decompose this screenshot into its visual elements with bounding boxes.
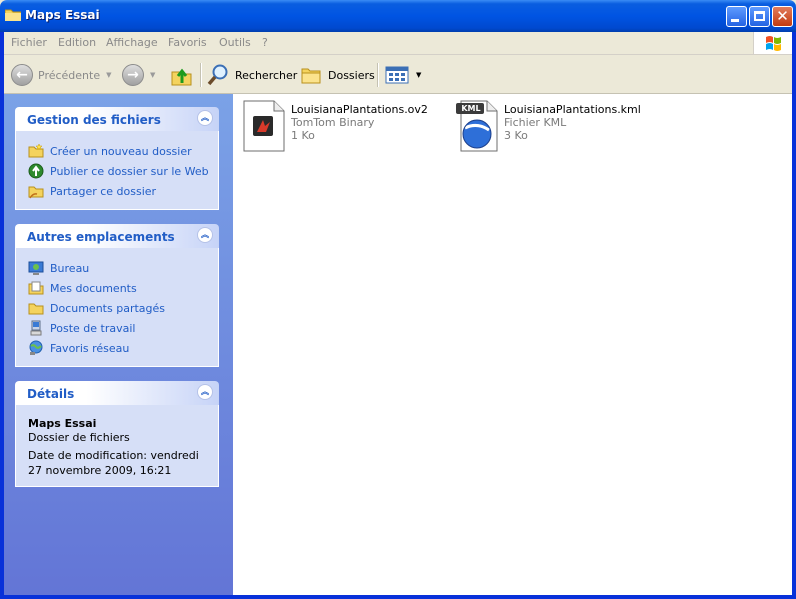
shared-documents-icon	[28, 303, 44, 315]
menu-edition[interactable]: Edition	[58, 36, 96, 49]
file-name: LouisianaPlantations.ov2	[291, 103, 428, 116]
place-label: Poste de travail	[50, 321, 136, 335]
file-info: LouisianaPlantations.ov2 TomTom Binary 1…	[291, 103, 428, 142]
file-type: Fichier KML	[504, 116, 567, 129]
menu-bar: Fichier Edition Affichage Favoris Outils…	[4, 32, 792, 55]
details-name: Maps Essai	[28, 417, 97, 430]
window-frame-bottom	[0, 595, 796, 599]
other-places-title: Autres emplacements	[27, 230, 175, 244]
collapse-icon[interactable]: ︽	[197, 110, 213, 126]
file-info: LouisianaPlantations.kml Fichier KML 3 K…	[504, 103, 641, 142]
details-modified: Date de modification: vendredi 27 novemb…	[28, 449, 199, 477]
menu-outils[interactable]: Outils	[219, 36, 251, 49]
place-label: Favoris réseau	[50, 341, 130, 355]
explorer-window: Maps Essai ✕ Fichier Edition Affichage F…	[0, 0, 796, 599]
window-frame-right	[792, 32, 796, 599]
task-pane: Gestion des fichiers ︽ Créer un nouveau …	[4, 94, 233, 595]
toolbar-separator	[377, 63, 379, 87]
place-my-computer[interactable]: Poste de travail	[16, 318, 218, 338]
window-frame-left	[0, 32, 4, 599]
other-places-panel: Autres emplacements ︽ Bureau Mes documen…	[15, 224, 219, 367]
search-button[interactable]: Rechercher	[206, 62, 297, 88]
task-label: Publier ce dossier sur le Web	[50, 164, 209, 178]
file-type: TomTom Binary	[291, 116, 375, 129]
windows-flag-icon	[766, 36, 781, 51]
file-name: LouisianaPlantations.kml	[504, 103, 641, 116]
place-my-documents[interactable]: Mes documents	[16, 278, 218, 298]
share-folder-icon	[28, 186, 44, 199]
folders-label: Dossiers	[328, 68, 375, 82]
publish-web-icon	[28, 163, 44, 179]
place-network[interactable]: Favoris réseau	[16, 338, 218, 358]
task-label: Partager ce dossier	[50, 184, 157, 198]
file-item[interactable]: LouisianaPlantations.ov2 TomTom Binary 1…	[242, 100, 442, 156]
new-folder-icon	[28, 143, 44, 158]
place-label: Bureau	[50, 261, 90, 275]
minimize-icon	[731, 19, 739, 22]
menu-affichage[interactable]: Affichage	[106, 36, 158, 49]
file-item[interactable]: KML LouisianaPlantations.kml Fichier KML…	[455, 100, 675, 156]
back-label: Précédente	[38, 68, 101, 82]
task-share-folder[interactable]: Partager ce dossier	[16, 181, 218, 201]
network-places-icon	[29, 340, 43, 355]
place-label: Mes documents	[50, 281, 137, 295]
place-label: Documents partagés	[50, 301, 165, 315]
close-button[interactable]: ✕	[772, 6, 793, 27]
place-shared-documents[interactable]: Documents partagés	[16, 298, 218, 318]
details-body: Maps Essai Dossier de fichiers Date de m…	[15, 405, 219, 487]
my-computer-icon	[30, 320, 42, 336]
views-button[interactable]: ▼	[384, 62, 421, 88]
task-publish-web[interactable]: Publier ce dossier sur le Web	[16, 161, 218, 181]
up-folder-icon	[171, 68, 192, 86]
file-size: 1 Ko	[291, 129, 315, 142]
task-label: Créer un nouveau dossier	[50, 144, 192, 158]
up-button[interactable]	[170, 62, 194, 88]
chevron-down-icon[interactable]: ▼	[416, 71, 421, 79]
details-type: Dossier de fichiers	[28, 431, 130, 444]
maximize-icon	[754, 11, 765, 21]
place-desktop[interactable]: Bureau	[16, 258, 218, 278]
task-new-folder[interactable]: Créer un nouveau dossier	[16, 141, 218, 161]
back-arrow-icon: ←	[11, 64, 33, 86]
kml-badge: KML	[461, 104, 481, 113]
search-label: Rechercher	[235, 68, 298, 82]
folders-button[interactable]: Dossiers	[299, 62, 375, 88]
window-title: Maps Essai	[25, 8, 100, 22]
file-tasks-body: Créer un nouveau dossier Publier ce doss…	[15, 131, 219, 210]
title-bar[interactable]: Maps Essai ✕	[0, 0, 796, 32]
file-size: 3 Ko	[504, 129, 528, 142]
file-tasks-panel: Gestion des fichiers ︽ Créer un nouveau …	[15, 107, 219, 210]
other-places-header[interactable]: Autres emplacements ︽	[15, 224, 219, 248]
file-list[interactable]: LouisianaPlantations.ov2 TomTom Binary 1…	[233, 94, 792, 595]
menu-fichier[interactable]: Fichier	[11, 36, 47, 49]
file-tasks-title: Gestion des fichiers	[27, 113, 161, 127]
menu-favoris[interactable]: Favoris	[168, 36, 207, 49]
minimize-button[interactable]	[726, 6, 747, 27]
views-icon	[385, 66, 409, 84]
file-tasks-header[interactable]: Gestion des fichiers ︽	[15, 107, 219, 131]
menu-help[interactable]: ?	[262, 36, 268, 49]
maximize-button[interactable]	[749, 6, 770, 27]
toolbar: ← Précédente ▼ → ▼ Rechercher Dossiers ▼	[4, 55, 792, 94]
chevron-down-icon[interactable]: ▼	[106, 71, 111, 79]
details-title: Détails	[27, 387, 75, 401]
details-panel: Détails ︽ Maps Essai Dossier de fichiers…	[15, 381, 219, 487]
collapse-icon[interactable]: ︽	[197, 384, 213, 400]
windows-logo	[753, 32, 792, 54]
details-header[interactable]: Détails ︽	[15, 381, 219, 405]
search-icon	[207, 64, 228, 86]
my-documents-icon	[28, 281, 44, 295]
folder-icon	[5, 9, 21, 21]
toolbar-separator	[200, 63, 202, 87]
back-button[interactable]: ← Précédente ▼	[11, 62, 112, 88]
desktop-icon	[28, 261, 44, 275]
folders-icon	[301, 68, 321, 84]
forward-button[interactable]: → ▼	[122, 62, 155, 88]
collapse-icon[interactable]: ︽	[197, 227, 213, 243]
chevron-down-icon[interactable]: ▼	[150, 71, 155, 79]
ov2-file-icon	[243, 100, 285, 152]
other-places-body: Bureau Mes documents Documents partagés	[15, 248, 219, 367]
forward-arrow-icon: →	[122, 64, 144, 86]
close-icon: ✕	[776, 7, 789, 25]
